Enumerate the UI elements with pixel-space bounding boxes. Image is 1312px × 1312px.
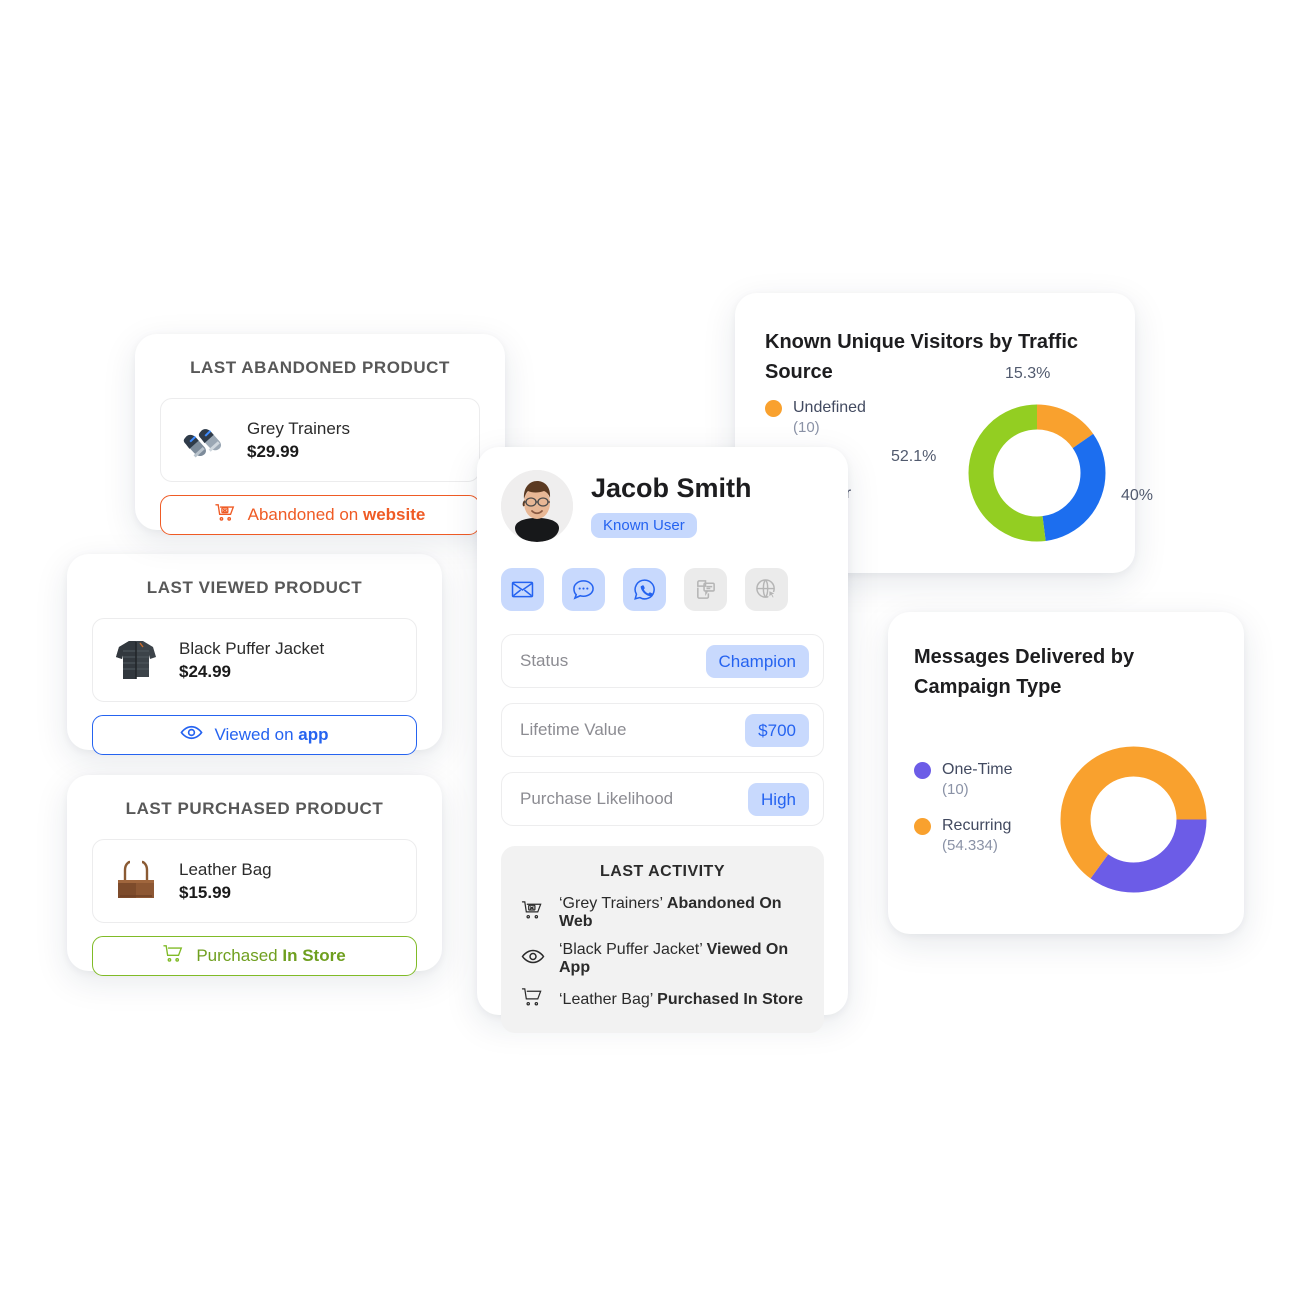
slice-label-blue: 40% xyxy=(1121,487,1154,504)
activity-product: ‘Grey Trainers’ xyxy=(559,895,663,912)
profile-attribute-list: Status Champion Lifetime Value $700 Purc… xyxy=(501,634,824,826)
cart-icon xyxy=(521,987,545,1013)
attribute-label: Purchase Likelihood xyxy=(520,789,674,808)
legend-count: (10) xyxy=(793,419,820,437)
list-item[interactable]: ‘Leather Bag’ Purchased In Store xyxy=(521,987,804,1013)
abandoned-on-website-button[interactable]: Abandoned on website xyxy=(160,495,480,535)
black-puffer-jacket-thumbnail xyxy=(107,631,165,689)
attribute-row-status[interactable]: Status Champion xyxy=(501,634,824,688)
button-prefix: Purchased xyxy=(196,946,278,965)
card-title: LAST PURCHASED PRODUCT xyxy=(125,799,384,818)
legend-label: Recurring xyxy=(942,816,1012,834)
channel-icon-row xyxy=(501,568,824,611)
traffic-source-legend: Undefined (10) xyxy=(765,398,866,438)
page-title: Jacob Smith xyxy=(591,473,752,504)
button-prefix: Abandoned on xyxy=(247,505,359,524)
product-name: Leather Bag xyxy=(179,859,272,879)
eye-icon xyxy=(521,948,545,970)
email-channel-icon[interactable] xyxy=(501,568,544,611)
product-row[interactable]: Black Puffer Jacket $24.99 xyxy=(92,618,417,702)
cart-icon xyxy=(163,944,185,969)
legend-color-dot xyxy=(765,400,782,417)
sms-channel-icon[interactable] xyxy=(562,568,605,611)
dashboard-canvas: Known Unique Visitors by Traffic Source … xyxy=(0,0,1312,1312)
customer-profile-card: Jacob Smith Known User Status Champion L… xyxy=(477,447,848,1033)
product-row[interactable]: Leather Bag $15.99 xyxy=(92,839,417,923)
product-price: $29.99 xyxy=(247,442,299,461)
abandoned-cart-icon xyxy=(214,503,237,528)
campaign-type-chart-title: Messages Delivered by Campaign Type xyxy=(914,646,1135,698)
last-viewed-product-card: LAST VIEWED PRODUCT Black Puffer Jacket … xyxy=(67,554,442,755)
product-name: Black Puffer Jacket xyxy=(179,638,325,658)
leather-bag-thumbnail xyxy=(107,852,165,910)
button-strong: website xyxy=(362,505,426,524)
list-item[interactable]: ‘Grey Trainers’ Abandoned On Web xyxy=(521,895,804,931)
slice-label-green: 52.1% xyxy=(891,448,937,465)
legend-count: (10) xyxy=(942,781,969,799)
legend-label: One-Time xyxy=(942,761,1013,778)
last-abandoned-product-card: LAST ABANDONED PRODUCT Grey Trainers $29… xyxy=(135,334,505,535)
attribute-label: Status xyxy=(520,651,569,670)
legend-item[interactable]: One-Time (10) xyxy=(914,760,1013,800)
campaign-type-donut xyxy=(1051,737,1216,902)
product-price: $24.99 xyxy=(179,662,231,681)
traffic-source-chart-title: Known Unique Visitors by Traffic Source xyxy=(765,331,1079,383)
status-badge: Known User xyxy=(591,512,697,538)
viewed-on-app-button[interactable]: Viewed on app xyxy=(92,715,417,755)
user-avatar xyxy=(501,470,573,542)
button-strong: In Store xyxy=(282,946,346,965)
legend-count: (54.334) xyxy=(942,837,998,855)
campaign-type-legend: One-Time (10) Recurring (54.334) xyxy=(914,760,1013,855)
legend-item[interactable]: Recurring (54.334) xyxy=(914,816,1013,856)
last-activity-title: LAST ACTIVITY xyxy=(599,863,725,880)
product-price: $15.99 xyxy=(179,883,231,902)
last-activity-panel: LAST ACTIVITY ‘Grey Trainers’ Abandoned … xyxy=(501,846,824,1033)
activity-action: Purchased In Store xyxy=(657,991,803,1008)
activity-product: ‘Leather Bag’ xyxy=(559,991,653,1008)
legend-label: Undefined xyxy=(793,399,866,416)
slice-label-orange: 15.3% xyxy=(1005,365,1051,382)
attribute-row-purchase-likelihood[interactable]: Purchase Likelihood High xyxy=(501,772,824,826)
attribute-value: $700 xyxy=(745,713,809,747)
activity-product: ‘Black Puffer Jacket’ xyxy=(559,941,703,958)
eye-icon xyxy=(180,724,204,746)
attribute-row-lifetime-value[interactable]: Lifetime Value $700 xyxy=(501,703,824,757)
push-notification-channel-icon[interactable] xyxy=(684,568,727,611)
profile-header: Jacob Smith Known User xyxy=(501,470,824,542)
button-strong: app xyxy=(298,725,329,744)
list-item[interactable]: ‘Black Puffer Jacket’ Viewed On App xyxy=(521,941,804,977)
card-title: LAST VIEWED PRODUCT xyxy=(146,578,363,597)
whatsapp-channel-icon[interactable] xyxy=(623,568,666,611)
web-push-channel-icon[interactable] xyxy=(745,568,788,611)
purchased-in-store-button[interactable]: Purchased In Store xyxy=(92,936,417,976)
legend-color-dot xyxy=(914,762,931,779)
attribute-value: Champion xyxy=(705,644,809,678)
donut-svg xyxy=(1060,746,1207,893)
product-name: Grey Trainers xyxy=(247,418,350,438)
campaign-type-chart-card: Messages Delivered by Campaign Type One-… xyxy=(888,612,1244,934)
abandoned-cart-icon xyxy=(521,900,545,926)
legend-item[interactable]: Undefined (10) xyxy=(765,398,866,438)
traffic-source-donut: 15.3% 40% 52.1% xyxy=(891,365,1153,553)
donut-svg xyxy=(968,404,1106,542)
attribute-value: High xyxy=(748,782,809,816)
card-title: LAST ABANDONED PRODUCT xyxy=(190,358,450,377)
grey-trainers-thumbnail xyxy=(175,411,233,469)
button-prefix: Viewed on xyxy=(214,725,294,744)
product-row[interactable]: Grey Trainers $29.99 xyxy=(160,398,480,482)
legend-color-dot xyxy=(914,817,931,835)
last-purchased-product-card: LAST PURCHASED PRODUCT Leather Bag $15.9… xyxy=(67,775,442,976)
attribute-label: Lifetime Value xyxy=(520,720,627,739)
